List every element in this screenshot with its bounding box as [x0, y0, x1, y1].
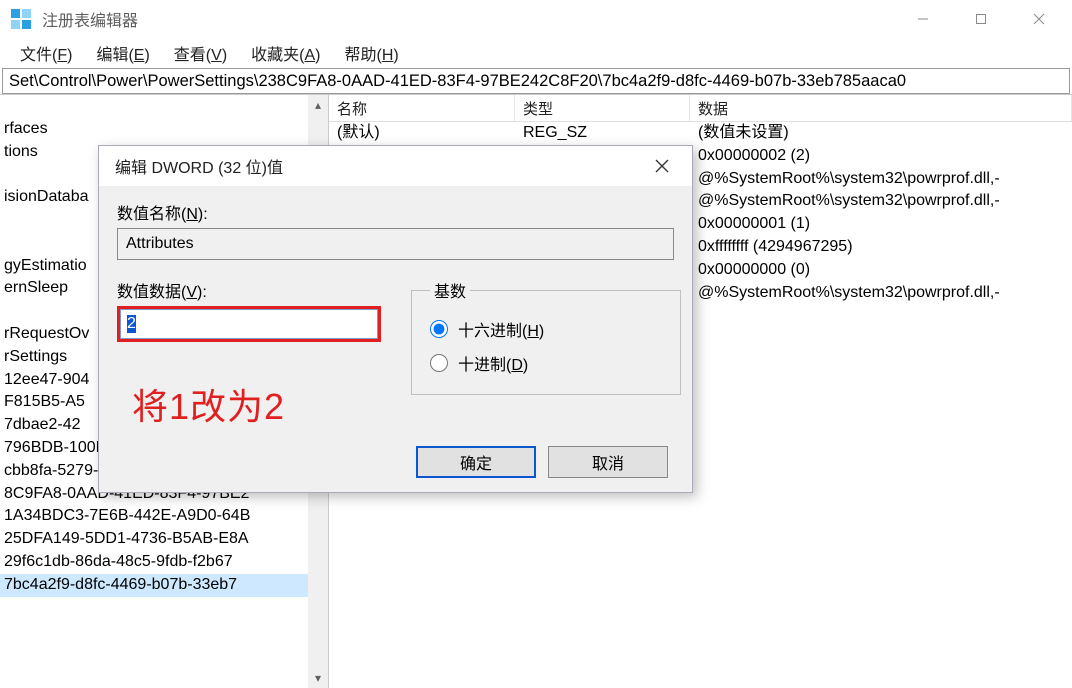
- value-data-highlight: [117, 306, 381, 342]
- base-legend: 基数: [430, 278, 470, 302]
- regedit-icon: [10, 8, 32, 30]
- dialog-close-button[interactable]: [642, 146, 682, 186]
- tree-row[interactable]: 7bc4a2f9-d8fc-4469-b07b-33eb7: [0, 574, 328, 597]
- value-name-label: 数值名称(N):: [117, 200, 674, 224]
- scroll-down-icon[interactable]: ▾: [308, 668, 328, 688]
- col-header-name[interactable]: 名称: [329, 95, 515, 121]
- window-title: 注册表编辑器: [42, 7, 138, 31]
- dialog-title: 编辑 DWORD (32 位)值: [115, 154, 283, 178]
- value-data-label: 数值数据(V):: [117, 278, 381, 302]
- tree-row[interactable]: 1A34BDC3-7E6B-442E-A9D0-64B: [0, 505, 328, 528]
- edit-dword-dialog: 编辑 DWORD (32 位)值 数值名称(N): Attributes 数值数…: [98, 145, 693, 493]
- menu-item-4[interactable]: 帮助(H): [332, 39, 410, 67]
- radio-dec[interactable]: 十进制(D): [430, 346, 662, 380]
- list-row[interactable]: (默认)REG_SZ(数值未设置): [329, 122, 1072, 145]
- tree-row[interactable]: rfaces: [0, 118, 328, 141]
- address-bar[interactable]: Set\Control\Power\PowerSettings\238C9FA8…: [2, 68, 1070, 94]
- titlebar: 注册表编辑器: [0, 0, 1072, 38]
- menu-item-1[interactable]: 编辑(E): [84, 39, 161, 67]
- value-data-input[interactable]: [120, 309, 378, 339]
- menubar: 文件(F)编辑(E)查看(V)收藏夹(A)帮助(H): [0, 38, 1072, 68]
- close-button[interactable]: [1010, 0, 1068, 38]
- cancel-button[interactable]: 取消: [548, 446, 668, 478]
- col-header-type[interactable]: 类型: [515, 95, 690, 121]
- menu-item-2[interactable]: 查看(V): [162, 39, 239, 67]
- radio-hex[interactable]: 十六进制(H): [430, 312, 662, 346]
- radio-dec-input[interactable]: [430, 354, 448, 372]
- address-text: Set\Control\Power\PowerSettings\238C9FA8…: [9, 72, 906, 91]
- menu-item-3[interactable]: 收藏夹(A): [239, 39, 332, 67]
- list-header: 名称 类型 数据: [329, 95, 1072, 122]
- scroll-up-icon[interactable]: ▴: [308, 95, 328, 115]
- maximize-button[interactable]: [952, 0, 1010, 38]
- menu-item-0[interactable]: 文件(F): [8, 39, 84, 67]
- base-groupbox: 基数 十六进制(H) 十进制(D): [411, 278, 681, 395]
- col-header-data[interactable]: 数据: [690, 95, 1072, 121]
- window-controls: [894, 0, 1068, 38]
- ok-button[interactable]: 确定: [416, 446, 536, 478]
- minimize-button[interactable]: [894, 0, 952, 38]
- value-name-field: Attributes: [117, 228, 674, 260]
- tree-row[interactable]: [0, 95, 328, 118]
- dialog-titlebar: 编辑 DWORD (32 位)值: [99, 146, 692, 186]
- tree-row[interactable]: 25DFA149-5DD1-4736-B5AB-E8A: [0, 528, 328, 551]
- tree-row[interactable]: 29f6c1db-86da-48c5-9fdb-f2b67: [0, 551, 328, 574]
- radio-hex-input[interactable]: [430, 320, 448, 338]
